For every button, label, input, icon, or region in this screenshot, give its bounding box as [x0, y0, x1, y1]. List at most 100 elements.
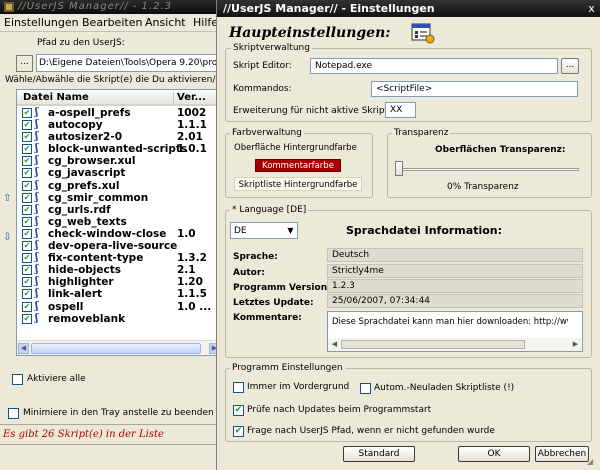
row-version: 1002: [177, 107, 207, 119]
row-checkbox[interactable]: ✔: [22, 120, 32, 131]
auto-reload-checkbox[interactable]: [360, 383, 371, 394]
path-input[interactable]: D:\Eigene Dateien\Tools\Opera 9.20\profi…: [36, 54, 226, 72]
table-row[interactable]: ✔ ʃ cg_web_texts: [17, 215, 223, 228]
column-header-name[interactable]: Datei Name: [23, 92, 89, 103]
dialog-title: //UserJS Manager// - Einstellungen: [223, 2, 435, 15]
transparency-slider-thumb[interactable]: [395, 161, 403, 176]
row-checkbox[interactable]: ✔: [22, 228, 32, 239]
table-row[interactable]: ✔ ʃ cg_urls.rdf: [17, 204, 223, 216]
check-updates-checkbox[interactable]: ✔: [233, 405, 244, 416]
scroll-right-icon[interactable]: ▶: [570, 339, 581, 350]
row-name: highlighter: [48, 276, 114, 289]
table-row[interactable]: ✔ ʃ block-unwanted-scripts 1.0.1: [17, 143, 223, 155]
row-version: 2.01: [177, 131, 203, 144]
minimize-tray-label: Minimiere in den Tray anstelle zu beende…: [23, 408, 214, 418]
activate-all-checkbox[interactable]: [12, 374, 23, 385]
row-name: check-window-close: [48, 227, 167, 240]
list-horizontal-scrollbar[interactable]: ◀ ▶: [17, 340, 223, 355]
ok-button[interactable]: OK: [458, 446, 530, 462]
row-checkbox[interactable]: ✔: [22, 289, 32, 300]
row-checkbox[interactable]: ✔: [22, 168, 32, 179]
list-rows: ✔ ʃ a-ospell_prefs 1002 ✔ ʃ autocopy 1.1.1 ✔ ʃ aut…: [17, 107, 223, 325]
always-on-top-checkbox[interactable]: [233, 382, 244, 393]
extension-input[interactable]: XX: [385, 102, 416, 118]
list-bg-color-button[interactable]: Skriptliste Hintergrundfarbe: [234, 177, 362, 191]
comment-box[interactable]: Diese Sprachdatei kann man hier download…: [327, 311, 583, 352]
row-checkbox[interactable]: ✔: [22, 277, 32, 288]
script-file-icon: ʃ: [35, 276, 39, 288]
transparency-value: 0% Transparenz: [447, 182, 519, 192]
table-row[interactable]: ✔ ʃ link-alert 1.1.5: [17, 288, 223, 300]
scroll-thumb[interactable]: [31, 343, 201, 354]
surface-bg-color-button[interactable]: Oberfläche Hintergrundfarbe: [234, 143, 357, 153]
comment-color-button[interactable]: Kommentarfarbe: [255, 159, 341, 172]
comment-text: Diese Sprachdatei kann man hier download…: [332, 317, 568, 327]
row-checkbox[interactable]: ✔: [22, 108, 32, 118]
standard-button[interactable]: Standard: [343, 446, 415, 462]
table-row[interactable]: ✔ ʃ highlighter 1.20: [17, 276, 223, 289]
ask-path-checkbox[interactable]: ✔: [233, 426, 244, 437]
transparency-group-title: Transparenz: [392, 128, 451, 138]
scroll-left-icon[interactable]: ◀: [329, 339, 340, 350]
move-up-icon[interactable]: ⇧: [3, 193, 13, 205]
row-name: removeblank: [48, 312, 126, 325]
menu-einstellungen[interactable]: Einstellungen: [4, 16, 79, 29]
resize-grip-icon[interactable]: ◢: [587, 456, 599, 468]
row-checkbox[interactable]: ✔: [22, 156, 32, 167]
row-checkbox[interactable]: ✔: [22, 253, 32, 264]
row-checkbox[interactable]: ✔: [22, 313, 32, 324]
path-browse-button[interactable]: ...: [16, 55, 33, 72]
table-row[interactable]: ✔ ʃ dev-opera-live-source: [17, 240, 223, 252]
column-separator[interactable]: [173, 92, 174, 104]
row-checkbox[interactable]: ✔: [22, 180, 32, 191]
menu-hilfe[interactable]: Hilfe: [193, 16, 218, 29]
row-version: 2.1: [177, 264, 196, 277]
row-checkbox[interactable]: ✔: [22, 132, 32, 143]
row-checkbox[interactable]: ✔: [22, 144, 32, 155]
menu-ansicht[interactable]: Ansicht: [145, 16, 186, 29]
row-checkbox[interactable]: ✔: [22, 301, 32, 312]
table-row[interactable]: ✔ ʃ ospell 1.0 ...: [17, 301, 223, 313]
table-row[interactable]: ✔ ʃ autocopy 1.1.1: [17, 119, 223, 131]
row-checkbox[interactable]: ✔: [22, 241, 32, 252]
row-checkbox[interactable]: ✔: [22, 216, 32, 227]
dialog-titlebar: //UserJS Manager// - Einstellungen x: [217, 0, 600, 17]
list-header: Datei Name Ver...: [17, 90, 223, 106]
status-line: Es gibt 26 Skript(e) in der Liste: [3, 429, 164, 440]
language-group-title: * Language [DE]: [230, 205, 309, 215]
table-row[interactable]: ✔ ʃ fix-content-type 1.3.2: [17, 252, 223, 264]
table-row[interactable]: ✔ ʃ a-ospell_prefs 1002: [17, 107, 223, 119]
script-file-icon: ʃ: [35, 227, 39, 239]
table-row[interactable]: ✔ ʃ hide-objects 2.1: [17, 264, 223, 277]
minimize-tray-checkbox[interactable]: [8, 408, 19, 419]
column-header-version[interactable]: Ver...: [177, 92, 206, 103]
close-icon[interactable]: x: [585, 2, 598, 15]
language-select[interactable]: DE ▼: [230, 222, 298, 239]
table-row[interactable]: ✔ ʃ cg_javascript: [17, 167, 223, 179]
transparency-label: Oberflächen Transparenz:: [435, 145, 566, 155]
table-row[interactable]: ✔ ʃ autosizer2-0 2.01: [17, 131, 223, 144]
script-file-icon: ʃ: [35, 215, 39, 227]
cancel-button[interactable]: Abbrechen: [535, 446, 589, 462]
row-checkbox[interactable]: ✔: [22, 204, 32, 215]
script-list[interactable]: Datei Name Ver... ✔ ʃ a-ospell_prefs 1002 ✔ ʃ…: [16, 89, 224, 356]
move-down-icon[interactable]: ⇩: [3, 232, 13, 244]
commands-input[interactable]: <ScriptFile>: [371, 81, 578, 97]
scroll-left-icon[interactable]: ◀: [18, 343, 29, 354]
table-row[interactable]: ✔ ʃ cg_browser.xul: [17, 155, 223, 167]
menu-bearbeiten[interactable]: Bearbeiten: [82, 16, 142, 29]
editor-browse-button[interactable]: ...: [561, 58, 579, 74]
transparency-slider-track[interactable]: [399, 168, 579, 171]
row-checkbox[interactable]: ✔: [22, 265, 32, 276]
table-row[interactable]: ✔ ʃ cg_smir_common: [17, 192, 223, 204]
scroll-thumb[interactable]: [341, 340, 525, 349]
bottom-divider: [0, 444, 218, 445]
chevron-down-icon[interactable]: ▼: [284, 223, 297, 238]
comment-horizontal-scrollbar[interactable]: ◀ ▶: [328, 338, 582, 351]
row-checkbox[interactable]: ✔: [22, 192, 32, 203]
info-label-author: Autor:: [233, 268, 265, 278]
table-row[interactable]: ✔ ʃ check-window-close 1.0: [17, 227, 223, 240]
table-row[interactable]: ✔ ʃ removeblank: [17, 312, 223, 325]
table-row[interactable]: ✔ ʃ cg_prefs.xul: [17, 180, 223, 192]
editor-input[interactable]: Notepad.exe: [310, 58, 558, 74]
